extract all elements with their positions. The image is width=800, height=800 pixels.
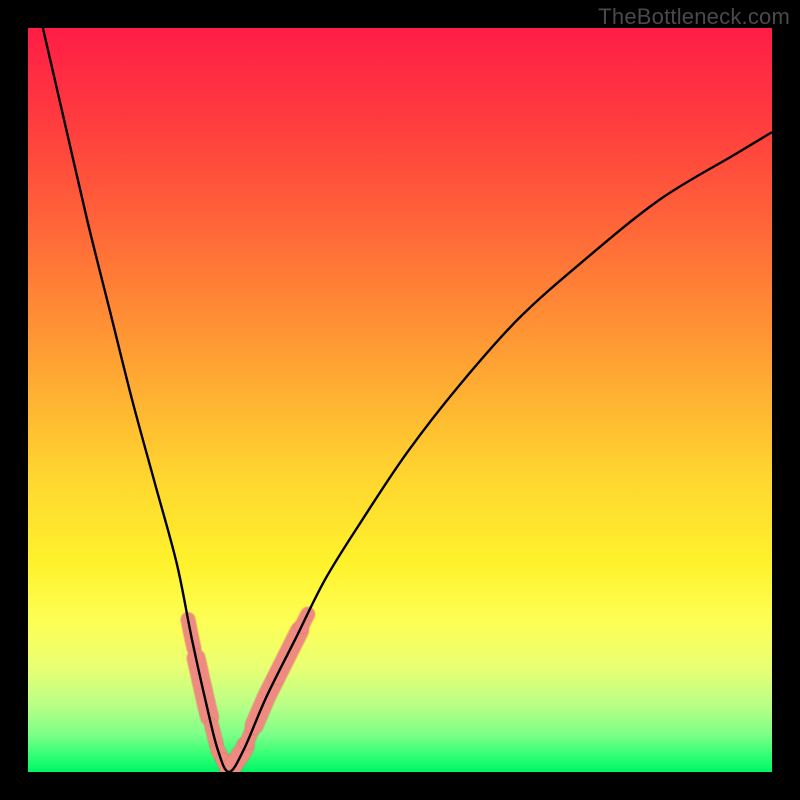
plot-area bbox=[28, 28, 772, 772]
chart-frame: TheBottleneck.com bbox=[0, 0, 800, 800]
bottleneck-curve-path bbox=[43, 28, 772, 772]
watermark-text: TheBottleneck.com bbox=[598, 4, 790, 30]
bottleneck-curve-svg bbox=[28, 28, 772, 772]
highlight-group bbox=[188, 614, 308, 772]
